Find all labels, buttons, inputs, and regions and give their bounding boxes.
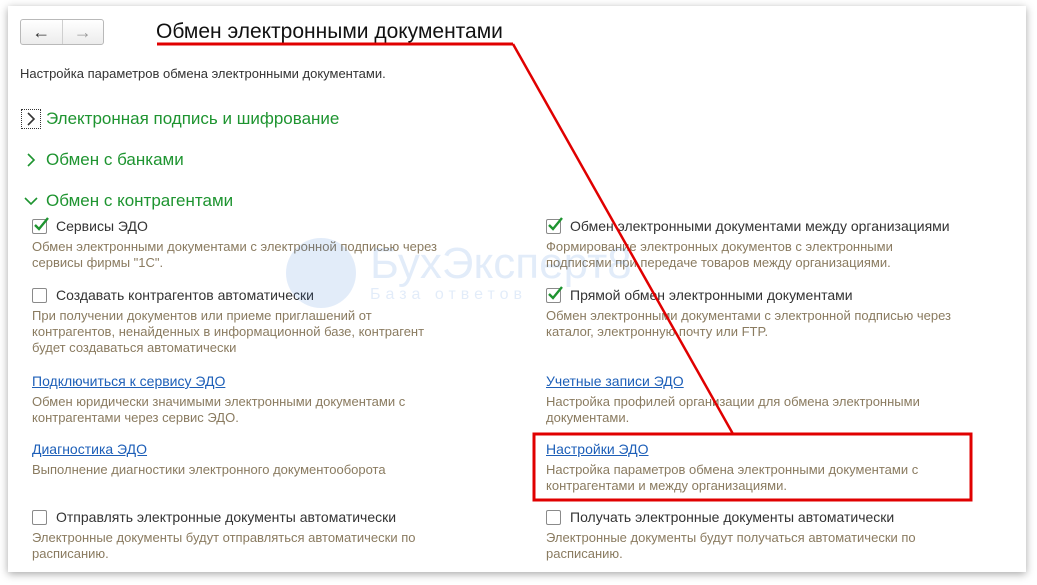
connect-edo-link[interactable]: Подключиться к сервису ЭДО bbox=[32, 371, 405, 391]
settings-edo-desc-2: контрагентами и между организациями. bbox=[546, 478, 787, 493]
send-auto-desc-2: расписанию. bbox=[32, 546, 109, 561]
receive-auto-label[interactable]: Получать электронные документы автоматич… bbox=[570, 509, 894, 525]
between-orgs-checkbox[interactable] bbox=[546, 216, 563, 234]
send-auto-item: Отправлять электронные документы автомат… bbox=[32, 507, 416, 562]
page-description: Настройка параметров обмена электронными… bbox=[20, 66, 386, 81]
send-auto-label[interactable]: Отправлять электронные документы автомат… bbox=[56, 509, 396, 525]
create-contractors-checkbox[interactable] bbox=[32, 287, 47, 303]
receive-auto-item: Получать электронные документы автоматич… bbox=[546, 507, 916, 562]
services-edo-checkbox[interactable] bbox=[32, 216, 49, 234]
services-edo-label[interactable]: Сервисы ЭДО bbox=[56, 218, 148, 234]
direct-exchange-label[interactable]: Прямой обмен электронными документами bbox=[570, 287, 853, 303]
receive-auto-checkbox[interactable] bbox=[546, 509, 561, 525]
chevron-down-icon[interactable] bbox=[20, 190, 42, 212]
arrow-left-icon: ← bbox=[32, 22, 51, 42]
group-signature[interactable]: Электронная подпись и шифрование bbox=[20, 108, 339, 130]
diagnostics-edo-desc-1: Выполнение диагностики электронного доку… bbox=[32, 462, 386, 477]
diagnostics-edo-item: Диагностика ЭДО Выполнение диагностики э… bbox=[32, 439, 386, 478]
group-banks-label: Обмен с банками bbox=[46, 150, 184, 169]
send-auto-checkbox[interactable] bbox=[32, 509, 47, 525]
create-contractors-desc-2: контрагентов, ненайденных в информационн… bbox=[32, 324, 425, 339]
direct-exchange-checkbox[interactable] bbox=[546, 285, 563, 303]
main-window: ← → Обмен электронными документами Настр… bbox=[8, 6, 1026, 572]
checkmark-icon bbox=[548, 285, 563, 300]
between-orgs-label[interactable]: Обмен электронными документами между орг… bbox=[570, 218, 950, 234]
services-edo-item: Сервисы ЭДО Обмен электронными документа… bbox=[32, 216, 437, 271]
checkmark-icon bbox=[548, 216, 563, 231]
create-contractors-label[interactable]: Создавать контрагентов автоматически bbox=[56, 287, 314, 303]
send-auto-desc-1: Электронные документы будут отправляться… bbox=[32, 530, 416, 545]
arrow-right-icon: → bbox=[73, 22, 92, 42]
checkmark-icon bbox=[34, 216, 49, 231]
page-title: Обмен электронными документами bbox=[156, 20, 503, 43]
create-contractors-desc-3: будет создаваться автоматически bbox=[32, 340, 237, 355]
services-edo-desc-2: сервисы фирмы "1С". bbox=[32, 255, 164, 270]
chevron-right-icon[interactable] bbox=[20, 149, 42, 171]
between-orgs-item: Обмен электронными документами между орг… bbox=[546, 216, 950, 271]
group-contractors-label: Обмен с контрагентами bbox=[46, 191, 234, 210]
create-contractors-item: Создавать контрагентов автоматически При… bbox=[32, 285, 424, 356]
accounts-edo-desc-1: Настройка профилей организации для обмен… bbox=[546, 394, 920, 409]
create-contractors-desc-1: При получении документов или приеме приг… bbox=[32, 308, 372, 323]
receive-auto-desc-1: Электронные документы будут получаться а… bbox=[546, 530, 916, 545]
chevron-right-icon[interactable] bbox=[20, 108, 42, 130]
settings-edo-item: Настройки ЭДО Настройка параметров обмен… bbox=[546, 439, 918, 494]
diagnostics-edo-link[interactable]: Диагностика ЭДО bbox=[32, 439, 386, 459]
connect-edo-item: Подключиться к сервису ЭДО Обмен юридиче… bbox=[32, 371, 405, 426]
settings-edo-link[interactable]: Настройки ЭДО bbox=[546, 439, 918, 459]
connect-edo-desc-2: контрагентами через сервис ЭДО. bbox=[32, 410, 239, 425]
accounts-edo-link[interactable]: Учетные записи ЭДО bbox=[546, 371, 920, 391]
services-edo-desc-1: Обмен электронными документами с электро… bbox=[32, 239, 437, 254]
back-button[interactable]: ← bbox=[21, 20, 62, 44]
nav-buttons: ← → bbox=[20, 19, 104, 45]
forward-button[interactable]: → bbox=[61, 20, 104, 44]
group-banks[interactable]: Обмен с банками bbox=[20, 149, 184, 171]
direct-exchange-item: Прямой обмен электронными документами Об… bbox=[546, 285, 951, 340]
connect-edo-desc-1: Обмен юридически значимыми электронными … bbox=[32, 394, 406, 409]
direct-exchange-desc-2: каталог, электронную почту или FTP. bbox=[546, 324, 769, 339]
between-orgs-desc-1: Формирование электронных документов с эл… bbox=[546, 239, 893, 254]
group-contractors[interactable]: Обмен с контрагентами bbox=[20, 190, 233, 212]
receive-auto-desc-2: расписанию. bbox=[546, 546, 623, 561]
accounts-edo-desc-2: документами. bbox=[546, 410, 630, 425]
accounts-edo-item: Учетные записи ЭДО Настройка профилей ор… bbox=[546, 371, 920, 426]
between-orgs-desc-2: подписями при передаче товаров между орг… bbox=[546, 255, 891, 270]
direct-exchange-desc-1: Обмен электронными документами с электро… bbox=[546, 308, 951, 323]
settings-edo-desc-1: Настройка параметров обмена электронными… bbox=[546, 462, 919, 477]
group-signature-label: Электронная подпись и шифрование bbox=[46, 109, 340, 128]
